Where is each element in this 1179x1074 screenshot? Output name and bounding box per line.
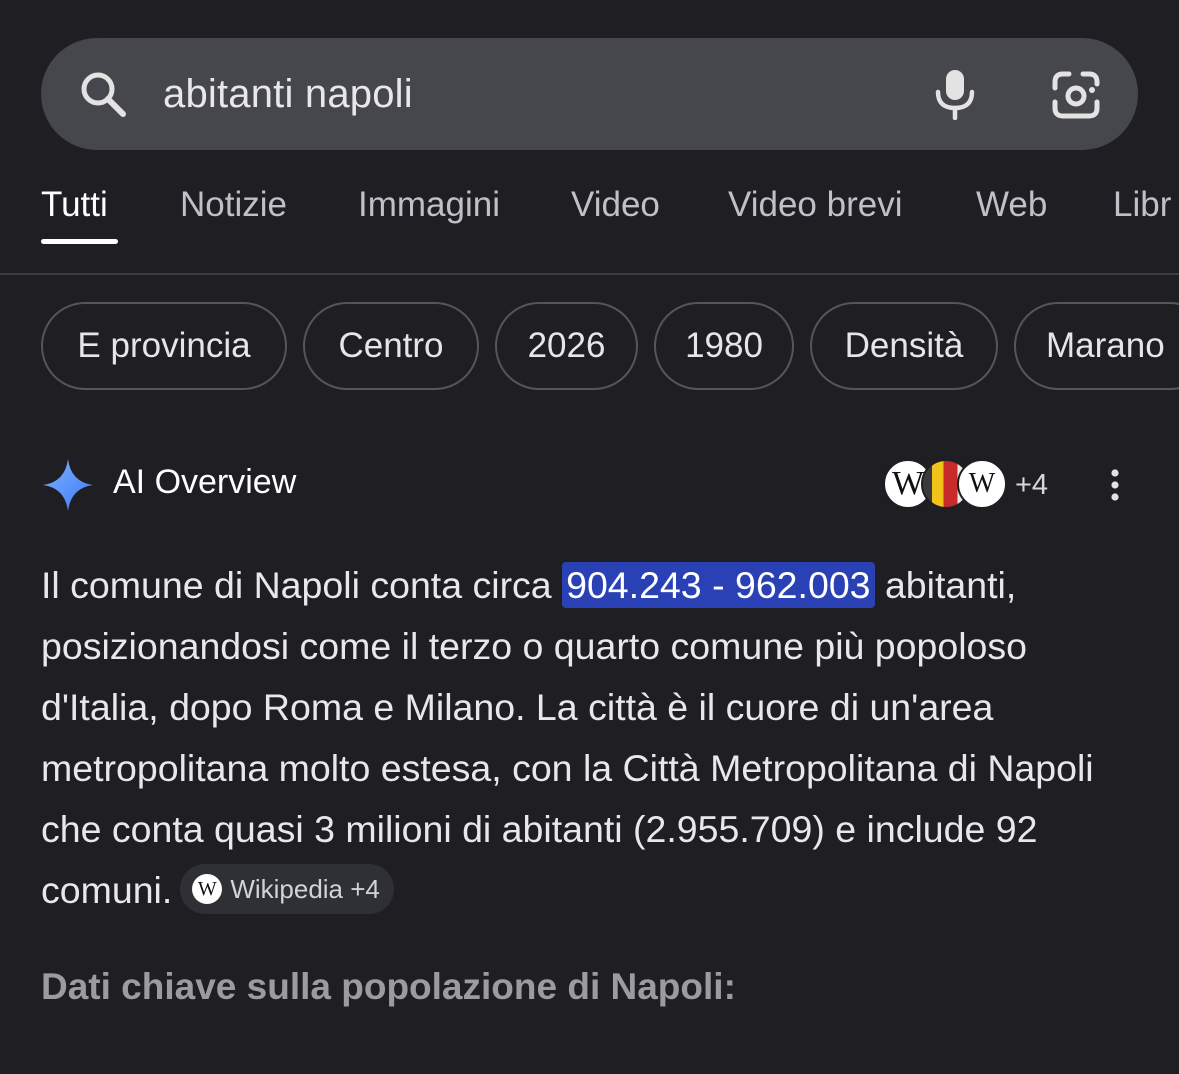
chip-densita[interactable]: Densità [810, 302, 998, 390]
microphone-icon[interactable] [933, 68, 977, 120]
section-heading: Dati chiave sulla popolazione di Napoli: [41, 966, 736, 1007]
tab-immagini[interactable]: Immagini [358, 185, 500, 225]
wikipedia-icon: W [192, 874, 223, 905]
overview-text-rest: abitanti, posizionandosi come il terzo o… [41, 564, 1094, 911]
ai-overview-text: Il comune di Napoli conta circa 904.243 … [41, 555, 1151, 921]
search-tabs: Tutti Notizie Immagini Video Video brevi… [0, 175, 1179, 275]
google-lens-icon[interactable] [1051, 70, 1101, 120]
more-vert-icon[interactable] [1105, 467, 1125, 503]
source-chip-wikipedia[interactable]: W Wikipedia +4 [180, 864, 394, 915]
chip-2026[interactable]: 2026 [495, 302, 638, 390]
ai-sparkle-icon [43, 459, 93, 511]
ai-overview-header: AI Overview W W +4 [41, 455, 1141, 515]
chip-1980[interactable]: 1980 [654, 302, 794, 390]
tab-tutti[interactable]: Tutti [41, 185, 108, 225]
search-icon[interactable] [77, 68, 129, 120]
chip-marano[interactable]: Marano [1014, 302, 1179, 390]
tab-libri[interactable]: Libr [1113, 185, 1171, 225]
tab-video-brevi[interactable]: Video brevi [728, 185, 902, 225]
source-avatars[interactable]: W W +4 [883, 457, 1083, 513]
sources-more-count: +4 [1015, 469, 1049, 501]
chip-e-provincia[interactable]: E provincia [41, 302, 287, 390]
tab-video[interactable]: Video [571, 185, 660, 225]
tab-web[interactable]: Web [976, 185, 1047, 225]
search-input[interactable]: abitanti napoli [163, 38, 413, 150]
chip-centro[interactable]: Centro [303, 302, 479, 390]
ai-overview-title: AI Overview [113, 463, 297, 501]
wikipedia-icon: W [957, 459, 1007, 509]
population-highlight: 904.243 - 962.003 [562, 562, 875, 608]
source-chip-label: Wikipedia +4 [230, 874, 380, 905]
refinement-chips: E provincia Centro 2026 1980 Densità Mar… [0, 302, 1179, 394]
tab-notizie[interactable]: Notizie [180, 185, 287, 225]
search-bar[interactable]: abitanti napoli [41, 38, 1138, 150]
overview-text-start: Il comune di Napoli conta circa [41, 564, 563, 606]
active-tab-indicator [41, 239, 118, 244]
